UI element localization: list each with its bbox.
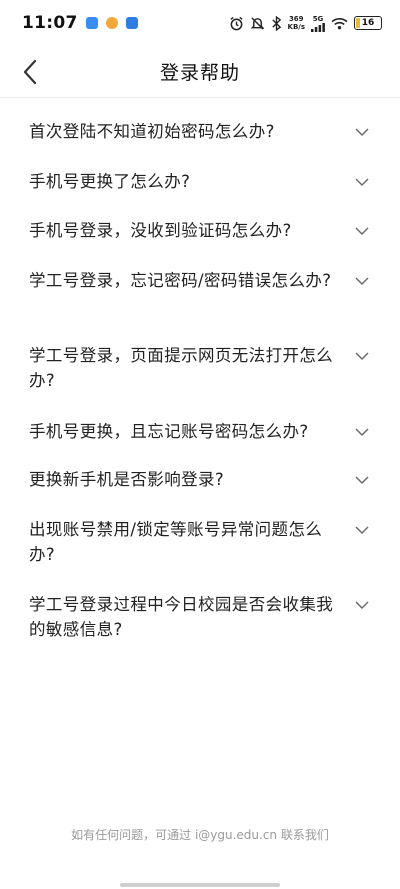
status-bar: 11:07 369 KB/s 5G 16 [0,0,400,46]
nav-header: 登录帮助 [0,46,400,98]
network-speed: 369 KB/s [288,15,305,31]
chevron-down-icon [355,476,369,484]
chevron-down-icon [355,352,369,360]
faq-question: 手机号更换，且忘记账号密码怎么办? [29,422,309,441]
faq-item[interactable]: 出现账号禁用/锁定等账号异常问题怎么办? [0,517,400,567]
pet-app-icon [105,17,118,29]
chevron-down-icon [355,227,369,235]
wifi-icon [331,17,348,29]
chevron-down-icon [355,178,369,186]
chevron-down-icon [355,428,369,436]
faq-item[interactable]: 学工号登录，页面提示网页无法打开怎么办? [0,343,400,393]
chevron-left-icon [23,59,37,85]
faq-question: 手机号登录，没收到验证码怎么办? [29,221,292,240]
faq-item[interactable]: 手机号更换，且忘记账号密码怎么办? [0,419,400,444]
status-time: 11:07 [22,13,78,33]
faq-item[interactable]: 手机号登录，没收到验证码怎么办? [0,218,400,243]
battery-indicator: 16 [354,16,382,30]
status-left: 11:07 [22,13,138,33]
faq-item[interactable]: 更换新手机是否影响登录? [0,467,400,492]
chevron-down-icon [355,277,369,285]
faq-item[interactable]: 学工号登录过程中今日校园是否会收集我的敏感信息? [0,592,400,642]
contact-footer: 如有任何问题，可通过 i@ygu.edu.cn 联系我们 [71,828,329,842]
alarm-icon [229,16,243,30]
login-help-screen: 11:07 369 KB/s 5G 16 登录帮助 首次登陆不知道初始密码怎么办… [0,0,400,889]
home-indicator[interactable] [120,883,280,887]
faq-question: 手机号更换了怎么办? [29,172,191,191]
network-speed-unit: KB/s [287,23,305,31]
back-button[interactable] [14,56,46,88]
faq-question: 出现账号禁用/锁定等账号异常问题怎么办? [29,520,323,564]
signal-bars-icon [311,22,325,32]
faq-item[interactable]: 首次登陆不知道初始密码怎么办? [0,119,400,144]
faq-question: 学工号登录，忘记密码/密码错误怎么办? [29,271,332,290]
message-app-icon [85,17,98,29]
faq-item[interactable]: 手机号更换了怎么办? [0,169,400,194]
faq-item[interactable]: 学工号登录，忘记密码/密码错误怎么办? [0,268,400,293]
page-title: 登录帮助 [159,62,240,84]
network-type: 5G [312,14,324,23]
battery-level: 16 [361,18,375,28]
faq-question: 学工号登录过程中今日校园是否会收集我的敏感信息? [29,595,334,639]
faq-question: 学工号登录，页面提示网页无法打开怎么办? [29,346,334,390]
location-app-icon [125,17,138,29]
status-right: 369 KB/s 5G 16 [229,15,382,32]
faq-question: 更换新手机是否影响登录? [29,470,225,489]
cell-signal: 5G [311,15,325,32]
mute-bell-icon [250,16,264,30]
chevron-down-icon [355,128,369,136]
chevron-down-icon [355,601,369,609]
network-speed-value: 369 [288,15,304,23]
faq-question: 首次登陆不知道初始密码怎么办? [29,122,275,141]
chevron-down-icon [355,526,369,534]
bluetooth-icon [271,15,281,31]
